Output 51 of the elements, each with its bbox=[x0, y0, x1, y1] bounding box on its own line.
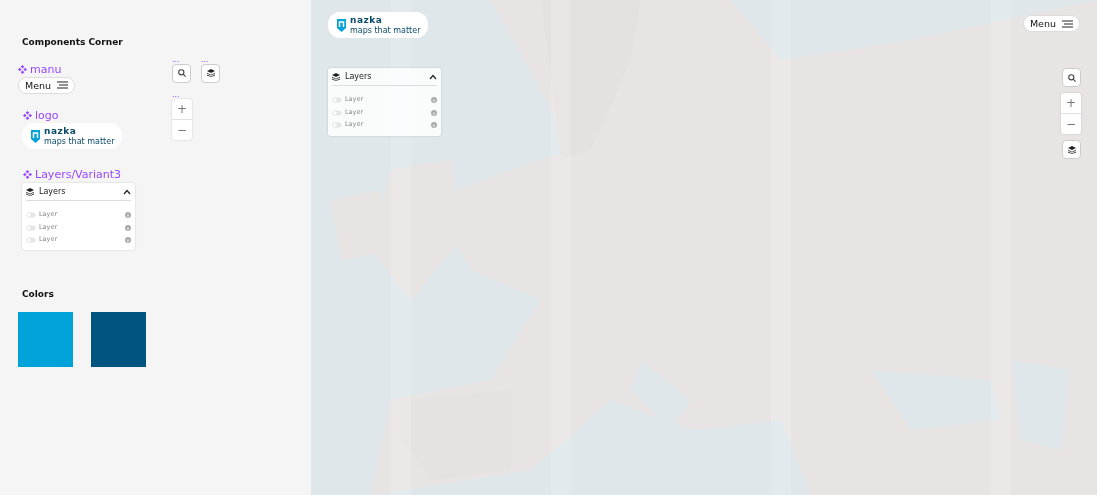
toggle-switch[interactable] bbox=[332, 109, 342, 116]
layers-icon bbox=[26, 187, 34, 196]
menu-button[interactable]: Menu bbox=[18, 76, 76, 94]
component-icon bbox=[23, 110, 32, 120]
component-label: Layers/Variant3 bbox=[35, 168, 122, 180]
component-dots: ... bbox=[172, 90, 181, 97]
panel-title: Layers bbox=[39, 185, 66, 198]
tagline: maps that matter bbox=[350, 26, 421, 35]
search-button[interactable] bbox=[1062, 68, 1081, 87]
layers-button[interactable] bbox=[1062, 140, 1081, 159]
layers-icon bbox=[206, 69, 215, 77]
toggle-switch[interactable] bbox=[332, 122, 342, 129]
menu-icon bbox=[1062, 19, 1073, 28]
chevron-icon[interactable] bbox=[123, 188, 131, 195]
panel-title: Layers bbox=[345, 71, 372, 83]
tagline: maps that matter bbox=[44, 136, 115, 146]
section-title: Components Corner bbox=[22, 36, 124, 49]
section-title: Colors bbox=[22, 288, 55, 302]
component-icon bbox=[18, 64, 27, 74]
info-icon bbox=[431, 97, 437, 104]
info-icon bbox=[431, 109, 437, 116]
search-icon bbox=[1067, 73, 1076, 82]
pin-logo-icon bbox=[30, 128, 41, 143]
info-icon bbox=[125, 237, 131, 244]
menu-icon bbox=[57, 81, 69, 90]
info-icon bbox=[125, 224, 131, 231]
toggle-switch[interactable] bbox=[26, 237, 36, 244]
pin-logo-icon bbox=[336, 18, 347, 32]
component-dots: ... bbox=[172, 55, 181, 62]
toggle-switch[interactable] bbox=[26, 212, 36, 219]
chevron-icon[interactable] bbox=[429, 74, 437, 80]
component-label: manu bbox=[30, 63, 62, 75]
layers-button[interactable] bbox=[201, 63, 220, 83]
search-icon bbox=[177, 69, 186, 77]
zoom-out-button[interactable]: − bbox=[172, 119, 192, 140]
component-dots: ... bbox=[201, 55, 210, 62]
brand-name: nazka bbox=[350, 15, 384, 25]
component-label: logo bbox=[35, 109, 59, 121]
brand-name: nazka bbox=[44, 125, 78, 136]
info-icon bbox=[431, 122, 437, 129]
toggle-switch[interactable] bbox=[332, 97, 342, 104]
component-icon bbox=[23, 169, 32, 179]
zoom-out-button[interactable]: − bbox=[1061, 114, 1081, 134]
layers-icon bbox=[1067, 145, 1076, 154]
info-icon bbox=[125, 212, 131, 219]
zoom-in-button[interactable]: + bbox=[1061, 93, 1081, 113]
zoom-in-button[interactable]: + bbox=[172, 98, 192, 119]
layers-icon bbox=[332, 73, 340, 81]
menu-button[interactable]: Menu bbox=[1022, 15, 1080, 33]
search-button[interactable] bbox=[172, 63, 191, 83]
toggle-switch[interactable] bbox=[26, 224, 36, 231]
